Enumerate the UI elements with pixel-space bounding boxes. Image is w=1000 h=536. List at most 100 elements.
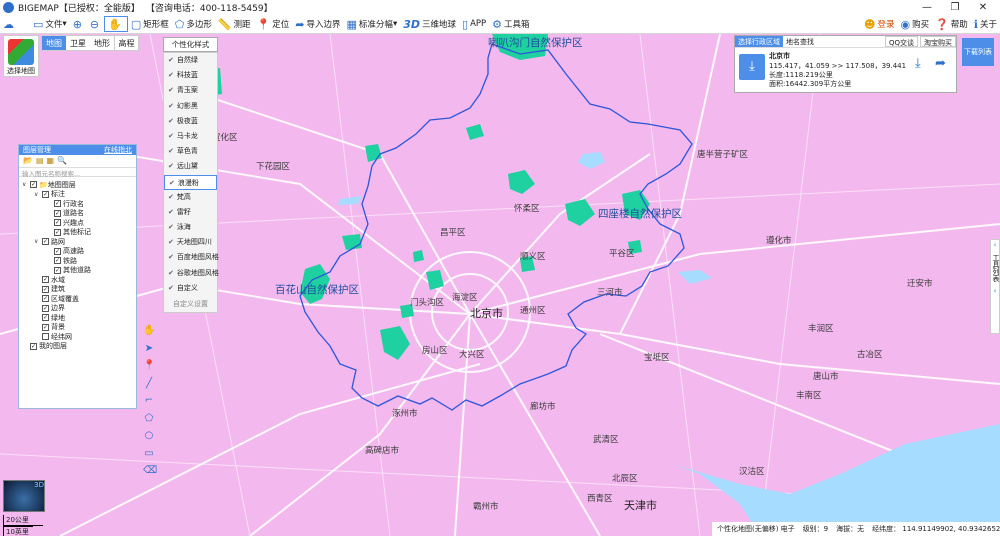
3d-earth-button[interactable]: 3D 三维地球 [400, 15, 459, 34]
circle-icon[interactable]: ○ [143, 430, 155, 448]
about-button[interactable]: ℹ 关于 [971, 15, 1000, 34]
style-item[interactable]: ✔ 远山黛 [164, 159, 217, 174]
layer-tree-node[interactable]: ✓ 道路名 [19, 209, 136, 219]
layer-checkbox[interactable]: ✓ [42, 285, 49, 293]
layer-checkbox[interactable]: ✓ [42, 314, 49, 322]
style-item[interactable]: ✔ 百度地图风格 [164, 250, 219, 265]
map-type-selector[interactable]: 选择地图 [3, 35, 39, 77]
download-list-button[interactable]: 下载列表 [962, 38, 994, 66]
polygon-select-button[interactable]: ⬠ 多边形 [172, 15, 215, 34]
style-item[interactable]: ✔ 泳海 [164, 220, 217, 235]
custom-style-button[interactable]: 个性化样式 [163, 37, 218, 52]
file-menu[interactable]: ▭ 文件 ▾ [30, 15, 70, 34]
chevron-left-icon[interactable]: ‹ [991, 240, 999, 250]
layer-tree-node[interactable]: ✓ 兴趣点 [19, 218, 136, 228]
globe-overview[interactable]: 3D [3, 480, 45, 512]
layer-tree-node[interactable]: ∨ ✓ 路网 [19, 237, 136, 247]
tab-terrain[interactable]: 地形 [90, 36, 114, 50]
locate-button[interactable]: 📍 定位 [254, 15, 293, 34]
polygon-icon[interactable]: ⬠ [143, 413, 155, 431]
layer-tree-node[interactable]: ✓ 其他标记 [19, 228, 136, 238]
close-button[interactable]: ✕ [968, 0, 998, 15]
download-icon[interactable]: ⤓ [915, 56, 921, 71]
pointer-icon[interactable]: ➤ [143, 343, 155, 361]
expand-icon[interactable]: ∨ [34, 238, 42, 245]
style-item[interactable]: ✔ 自然绿 [164, 53, 217, 68]
layer-tree-node[interactable]: ∨ ✓ 标注 [19, 190, 136, 200]
layer-tree-node[interactable]: ✓ 建筑 [19, 285, 136, 295]
qq-chat-button[interactable]: QQ交谈 [884, 36, 918, 47]
layer-checkbox[interactable]: ✓ [42, 190, 49, 198]
toolbox-button[interactable]: ⚙ 工具箱 [489, 15, 532, 34]
share-icon[interactable]: ➦ [935, 56, 946, 71]
style-item[interactable]: ✔ 极夜蓝 [164, 114, 217, 129]
custom-settings-button[interactable]: 自定义设置 [164, 296, 217, 312]
layer-tree-node[interactable]: ✓ 绿地 [19, 313, 136, 323]
layer-tree-node[interactable]: ✓ 铁路 [19, 256, 136, 266]
layer-tree-node[interactable]: ✓ 区域覆盖 [19, 294, 136, 304]
style-item[interactable]: ✔ 科技蓝 [164, 68, 217, 83]
line-icon[interactable]: ╱ [143, 378, 155, 396]
chevron-left-icon[interactable]: ‹ [991, 286, 999, 296]
tab-admin-region[interactable]: 选择行政区域 [735, 36, 783, 47]
layer-checkbox[interactable]: ✓ [54, 209, 61, 217]
map-canvas[interactable]: 唐半营子矿区 下花园区 宣化区 怀柔区 昌平区 顺义区 平谷区 遵化市 门头沟区 海淀区 通州区 三河… [0, 34, 1000, 536]
login-button[interactable]: ☻ 登录 [861, 15, 897, 34]
layer-checkbox[interactable]: ✓ [30, 342, 37, 350]
search-icon[interactable]: 🔍 [57, 156, 67, 166]
tab-satellite[interactable]: 卫星 [66, 36, 90, 50]
polyline-icon[interactable]: ⌐ [143, 395, 155, 413]
eraser-icon[interactable]: ⌫ [143, 465, 157, 483]
tab-map[interactable]: 地图 [42, 36, 66, 50]
std-map-sheet-button[interactable]: ▦ 标准分幅 ▾ [344, 15, 401, 34]
layer-checkbox[interactable] [42, 333, 49, 341]
layer-checkbox[interactable]: ✓ [54, 219, 61, 227]
maximize-button[interactable]: ❐ [940, 0, 970, 15]
layer-tree-node[interactable]: ∨ ✓ 📁 地图图层 [19, 180, 136, 190]
layer-tree-node[interactable]: ✓ 背景 [19, 323, 136, 333]
layer-search-input[interactable]: 输入图元名称搜索... [19, 167, 136, 178]
open-folder-icon[interactable]: 📂 [23, 156, 33, 166]
style-item[interactable]: ✔ 草色青 [164, 144, 217, 159]
layer-checkbox[interactable]: ✓ [42, 304, 49, 312]
rectangle-icon[interactable]: ▭ [143, 448, 155, 466]
style-item[interactable]: ✔ 梵高 [164, 190, 217, 205]
minimize-button[interactable]: — [912, 0, 942, 15]
rect-select-button[interactable]: ▢ 矩形框 [128, 15, 172, 34]
menu-icon[interactable]: ☁ [0, 15, 30, 34]
tab-elevation[interactable]: 高程 [114, 36, 138, 50]
pan-button[interactable]: ✋ [104, 16, 128, 32]
layer-tree-node[interactable]: ✓ 边界 [19, 304, 136, 314]
layer-tree-node[interactable]: 经纬网 [19, 332, 136, 342]
expand-icon[interactable]: ∨ [34, 191, 42, 198]
help-button[interactable]: ❓ 帮助 [932, 15, 971, 34]
app-button[interactable]: ▯ APP [459, 15, 489, 34]
layer-panel-link[interactable]: 在线指北 [104, 145, 132, 155]
zoom-in-button[interactable]: ⊕ [70, 15, 87, 34]
layer-tree-node[interactable]: ✓ 其他道路 [19, 266, 136, 276]
style-item[interactable]: ✔ 天地图四川 [164, 235, 217, 250]
expand-icon[interactable]: ∨ [22, 181, 30, 188]
download-region-icon[interactable]: ⤓ [739, 54, 765, 80]
layer-checkbox[interactable]: ✓ [42, 323, 49, 331]
layer-tree-node[interactable]: ✓ 我的图层 [19, 342, 136, 352]
layer-tree-node[interactable]: ✓ 水域 [19, 275, 136, 285]
layer-checkbox[interactable]: ✓ [42, 276, 49, 284]
style-item[interactable]: ✔ 雷籽 [164, 205, 217, 220]
layer-checkbox[interactable]: ✓ [54, 200, 61, 208]
layer-tree-node[interactable]: ✓ 行政名 [19, 199, 136, 209]
zoom-out-button[interactable]: ⊖ [87, 15, 104, 34]
layer-checkbox[interactable]: ✓ [54, 228, 61, 236]
layer-checkbox[interactable]: ✓ [54, 257, 61, 265]
style-item[interactable]: ✔ 马卡龙 [164, 129, 217, 144]
style-item[interactable]: ✔ 青玉案 [164, 83, 217, 98]
measure-button[interactable]: 📏 测距 [215, 15, 254, 34]
layer-checkbox[interactable]: ✓ [30, 181, 37, 189]
import-boundary-button[interactable]: ➦ 导入边界 [292, 15, 343, 34]
taobao-buy-button[interactable]: 淘宝购买 [920, 36, 956, 47]
tool-list-panel[interactable]: ‹ 工具列表 ‹ [990, 239, 1000, 334]
hand-icon[interactable]: ✋ [143, 325, 155, 343]
layer-checkbox[interactable]: ✓ [54, 266, 61, 274]
grid-icon[interactable]: ▦ [47, 156, 55, 166]
layer-checkbox[interactable]: ✓ [54, 247, 61, 255]
